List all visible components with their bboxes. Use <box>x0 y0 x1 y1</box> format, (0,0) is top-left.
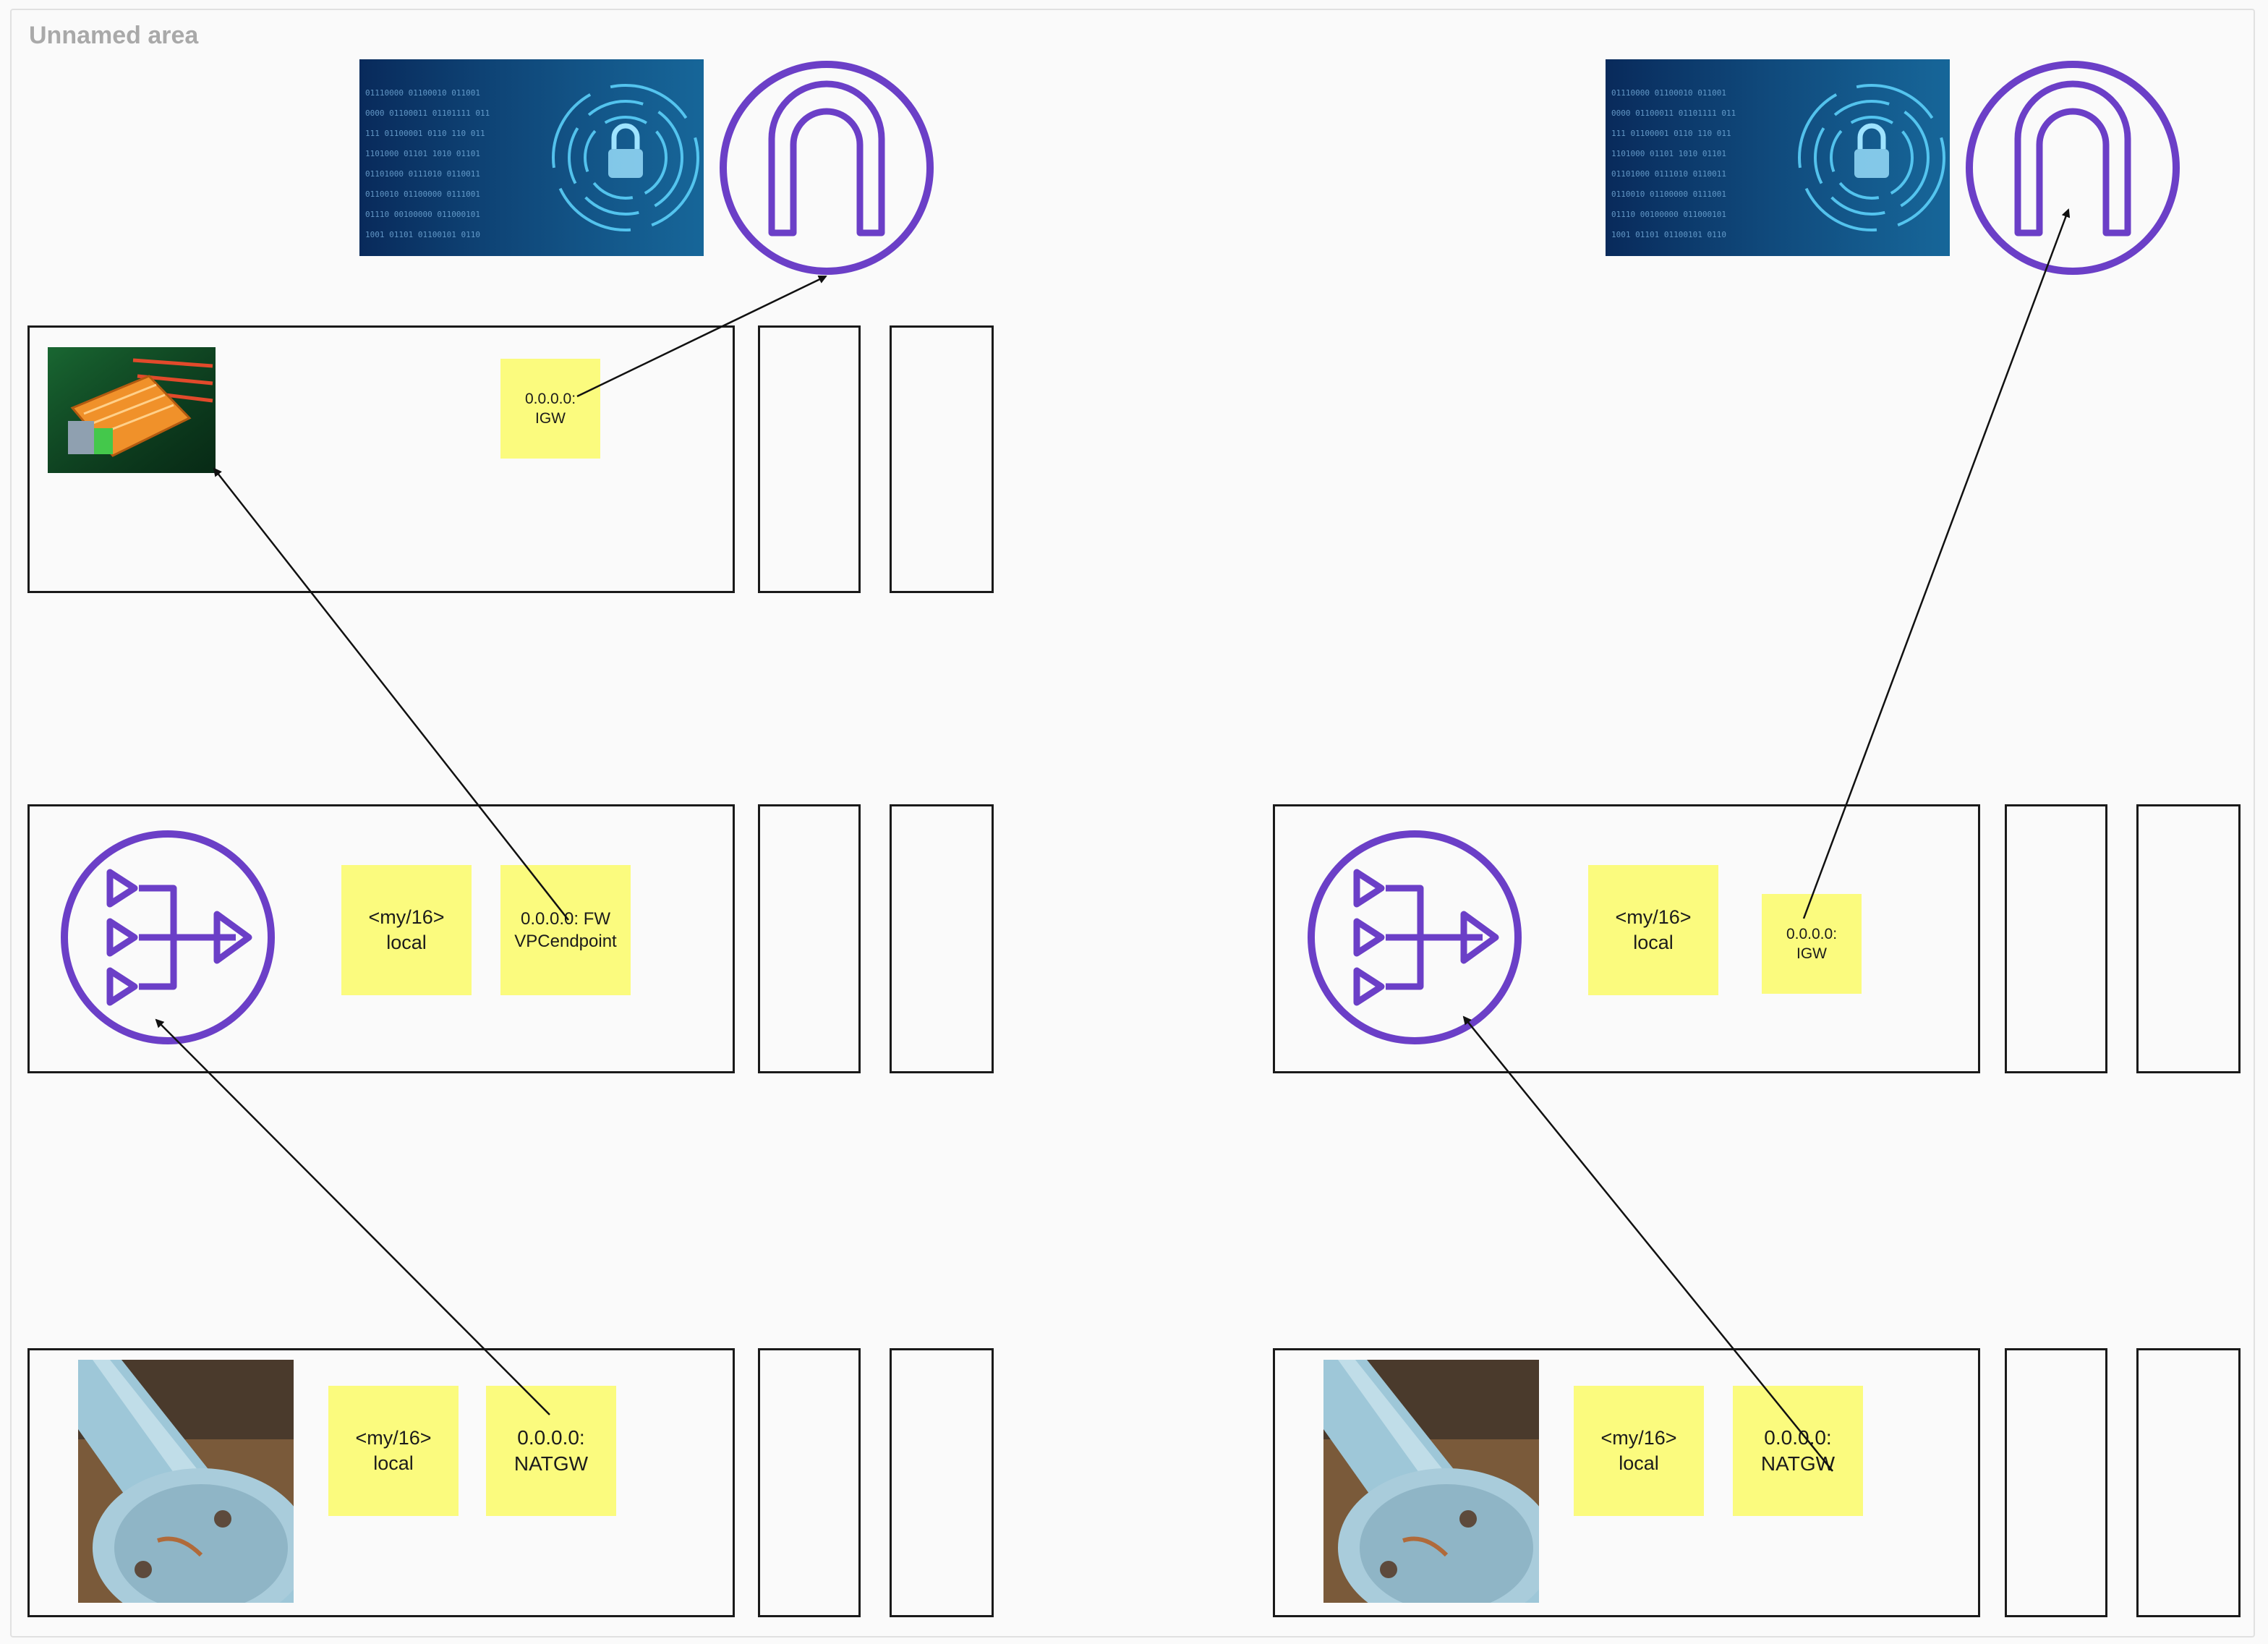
arrow-igw-sticky-to-igw-right[interactable] <box>1802 208 2071 919</box>
arrow-natgw-sticky-to-natgw-left[interactable] <box>155 1018 550 1415</box>
diagram-canvas: Unnamed area 0.0.0.0: IGW <my/16> local … <box>0 0 2268 1644</box>
arrow-natgw-sticky-to-natgw-right[interactable] <box>1462 1015 1833 1472</box>
connector-layer <box>155 208 2071 1472</box>
arrow-fw-sticky-to-firewall[interactable] <box>213 467 569 921</box>
arrow-igw-sticky-to-igw[interactable] <box>576 275 827 398</box>
